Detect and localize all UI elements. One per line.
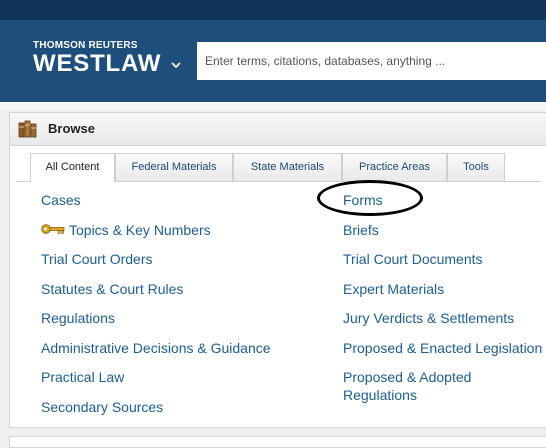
browse-panel: Browse All Content Federal Materials Sta… [9, 112, 546, 428]
tab-all-content[interactable]: All Content [30, 153, 115, 182]
link-expert-materials[interactable]: Expert Materials [343, 280, 444, 298]
westlaw-logo[interactable]: THOMSON REUTERS WESTLAW [33, 40, 161, 77]
link-regulations[interactable]: Regulations [41, 309, 115, 327]
key-icon [41, 224, 65, 234]
site-header: THOMSON REUTERS WESTLAW [0, 20, 546, 102]
link-proposed-adopted-regulations[interactable]: Proposed & Adopted Regulations [343, 368, 471, 404]
top-strip [0, 0, 546, 20]
tab-tools[interactable]: Tools [447, 153, 505, 181]
tab-state-materials[interactable]: State Materials [233, 153, 342, 181]
chevron-down-icon[interactable] [171, 60, 181, 70]
link-jury-verdicts-settlements[interactable]: Jury Verdicts & Settlements [343, 309, 514, 327]
books-icon [18, 120, 37, 138]
tab-practice-areas[interactable]: Practice Areas [342, 153, 447, 181]
link-statutes-court-rules[interactable]: Statutes & Court Rules [41, 280, 183, 298]
link-trial-court-documents[interactable]: Trial Court Documents [343, 250, 483, 268]
link-proposed-adopted-line1: Proposed & Adopted [343, 369, 472, 385]
link-cases[interactable]: Cases [41, 191, 81, 209]
link-secondary-sources[interactable]: Secondary Sources [41, 398, 163, 416]
link-practical-law[interactable]: Practical Law [41, 368, 124, 386]
next-panel-edge [9, 436, 546, 448]
link-proposed-enacted-legislation[interactable]: Proposed & Enacted Legislation [343, 339, 542, 357]
link-trial-court-orders[interactable]: Trial Court Orders [41, 250, 153, 268]
search-input[interactable] [197, 42, 546, 80]
brand-main-text: WESTLAW [33, 50, 162, 77]
link-topics-key-numbers[interactable]: Topics & Key Numbers [69, 221, 211, 239]
header-gap [0, 102, 546, 110]
tab-federal-materials[interactable]: Federal Materials [115, 153, 233, 181]
browse-header: Browse [10, 113, 546, 146]
browse-tabs: All Content Federal Materials State Mate… [16, 153, 541, 182]
browse-title: Browse [48, 121, 95, 136]
link-administrative-decisions[interactable]: Administrative Decisions & Guidance [41, 339, 271, 357]
link-forms[interactable]: Forms [343, 191, 383, 209]
link-proposed-adopted-line2: Regulations [343, 387, 417, 403]
link-briefs[interactable]: Briefs [343, 221, 379, 239]
